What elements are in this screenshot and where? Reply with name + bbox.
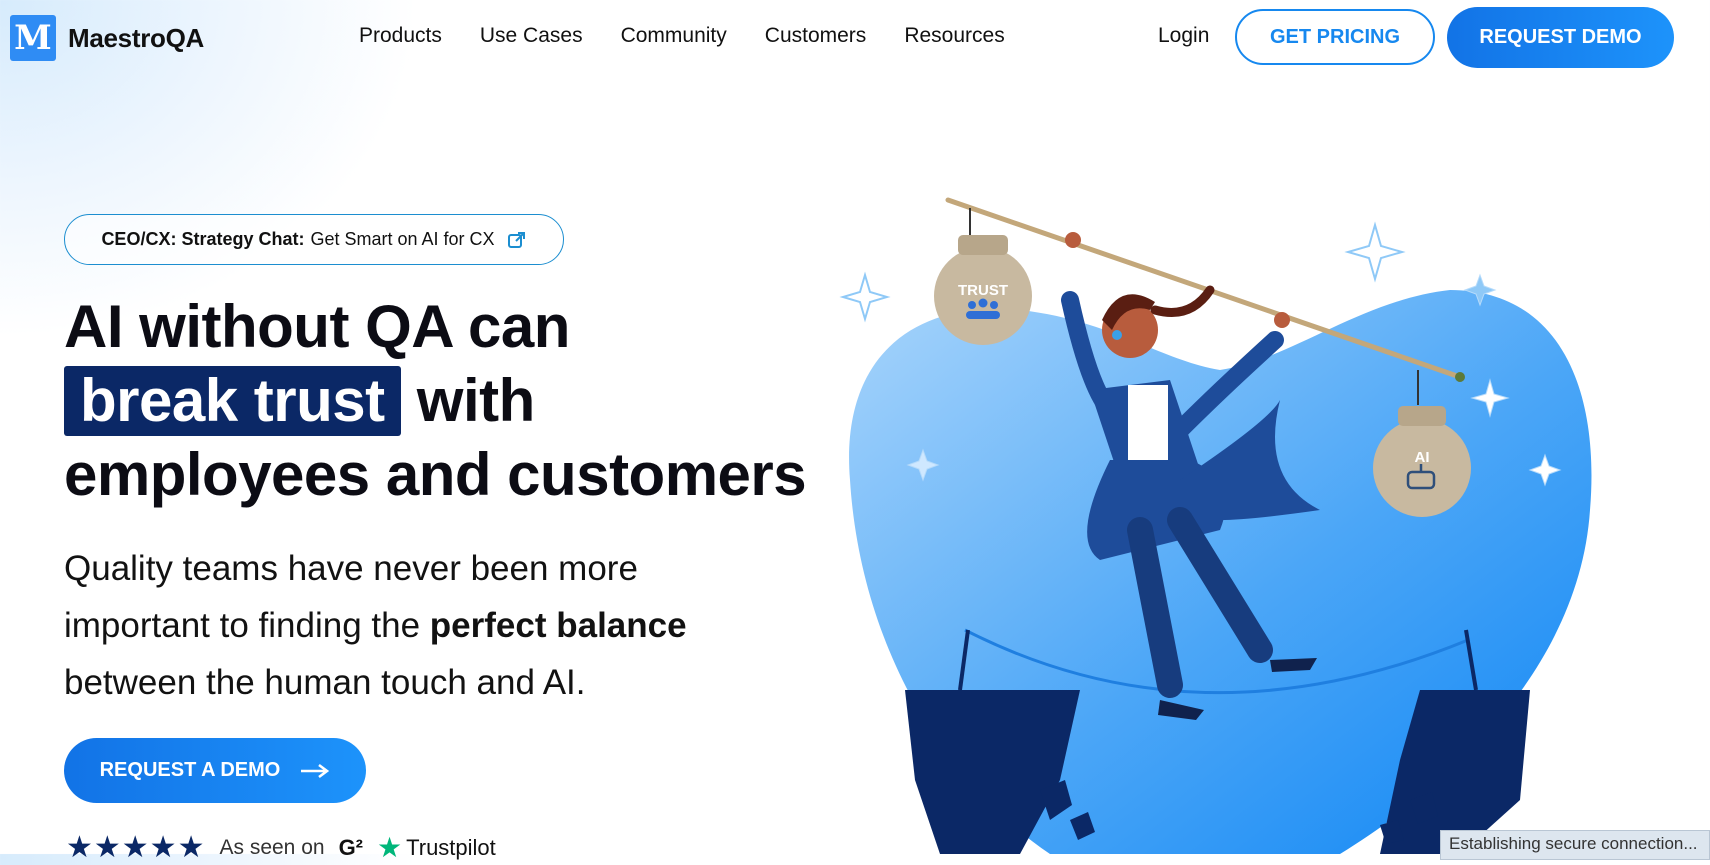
g2-logo-icon: G² (338, 834, 364, 860)
trustpilot-star-icon: ★ (377, 832, 403, 863)
get-pricing-button[interactable]: GET PRICING (1235, 9, 1435, 65)
main-menu: Products Use Cases Community Customers R… (359, 24, 1005, 48)
as-seen-on-label: As seen on (219, 835, 325, 859)
logo[interactable]: M MaestroQA (10, 15, 204, 61)
logo-mark-icon: M (10, 15, 56, 61)
logo-text: MaestroQA (68, 22, 204, 53)
banner-prefix: CEO/CX: Strategy Chat: (101, 229, 305, 249)
nav-item-community[interactable]: Community (621, 24, 727, 48)
trust-bag-label: TRUST (958, 282, 1008, 299)
hero-headline: AI without QA can break trust with emplo… (64, 290, 807, 512)
nav-item-products[interactable]: Products (359, 24, 442, 48)
headline-highlight: break trust (64, 366, 401, 436)
trustpilot-label: Trustpilot (406, 834, 496, 860)
sub-part-2: between the human touch and AI. (64, 663, 586, 702)
cta-label: REQUEST A DEMO (99, 759, 281, 781)
banner-text: Get Smart on AI for CX (310, 229, 495, 249)
trustpilot-logo: ★ Trustpilot (377, 831, 496, 864)
hero-illustration: TRUST AI (839, 197, 1592, 854)
nav-item-use-cases[interactable]: Use Cases (480, 24, 583, 48)
social-proof: ★★★★★ As seen on G² ★ Trustpilot (66, 830, 496, 865)
hero-subheading: Quality teams have never been more impor… (64, 540, 784, 711)
rating-stars-icon: ★★★★★ (66, 831, 206, 864)
nav-item-customers[interactable]: Customers (765, 24, 867, 48)
top-nav: M MaestroQA Products Use Cases Community… (0, 0, 1710, 72)
external-link-icon (507, 231, 525, 248)
sub-bold: perfect balance (429, 606, 687, 645)
headline-line-1: AI without QA can (64, 293, 570, 360)
sparkle-icon (839, 271, 891, 323)
strategy-chat-banner[interactable]: CEO/CX: Strategy Chat: Get Smart on AI f… (64, 214, 564, 265)
nav-item-resources[interactable]: Resources (904, 24, 1004, 48)
login-link[interactable]: Login (1158, 24, 1209, 48)
request-a-demo-button[interactable]: REQUEST A DEMO (64, 738, 366, 803)
ai-bag-label: AI (1415, 449, 1430, 466)
status-bar: Establishing secure connection... (1440, 830, 1710, 860)
arrow-right-icon (301, 763, 330, 778)
request-demo-button[interactable]: REQUEST DEMO (1447, 7, 1674, 68)
headline-line-3: employees and customers (64, 441, 807, 508)
headline-line-2-rest: with (416, 367, 535, 434)
